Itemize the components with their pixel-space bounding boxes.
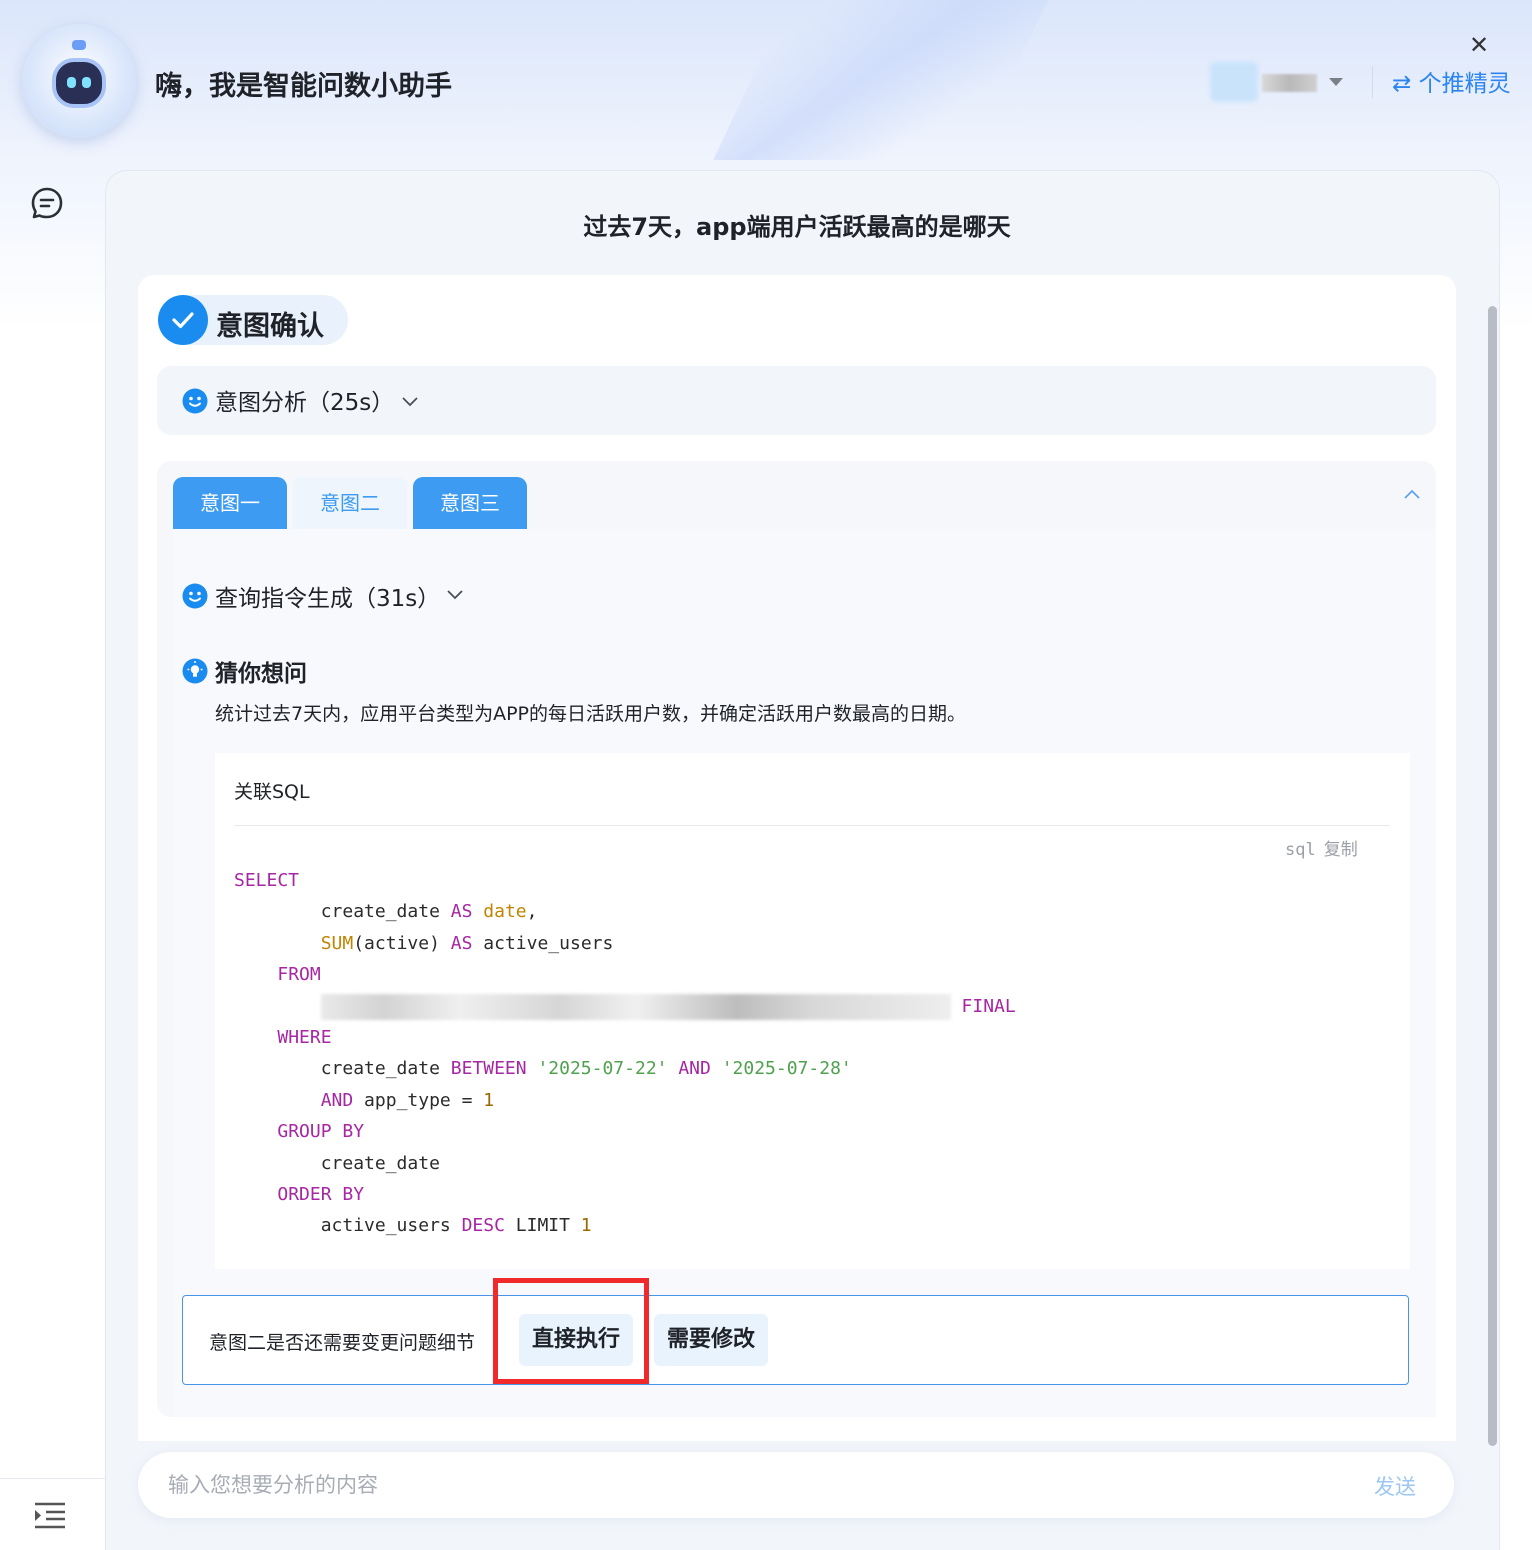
- code-line: FINAL: [234, 991, 1016, 1022]
- user-question: 过去7天，app端用户活跃最高的是哪天: [583, 213, 1011, 241]
- code-line: GROUP BY: [277, 1121, 365, 1143]
- chevron-down-icon[interactable]: [446, 589, 464, 601]
- account-selector[interactable]: [1205, 62, 1355, 102]
- answer-card: 意图确认 意图分析（25s） 意图一 意图二 意图三 查询指令生成（31s） 猜…: [138, 275, 1456, 1441]
- assistant-avatar: [22, 24, 136, 138]
- chat-input[interactable]: [168, 1452, 1328, 1518]
- assistant-smile-icon: [182, 583, 208, 609]
- copy-button[interactable]: 复制: [1324, 840, 1358, 860]
- tab-intent-3[interactable]: 意图三: [413, 477, 527, 529]
- chat-icon[interactable]: [30, 186, 64, 220]
- scrollbar[interactable]: [1487, 306, 1499, 1450]
- guess-question-label: 猜你想问: [215, 661, 307, 687]
- scrollbar-thumb[interactable]: [1488, 306, 1497, 1446]
- redacted-table-name: [320, 993, 951, 1020]
- intent-analysis-label: 意图分析（25s）: [215, 390, 395, 416]
- code-line: SUM(active) AS active_users: [320, 932, 614, 954]
- code-line: active_users DESC LIMIT 1: [234, 1215, 592, 1237]
- sql-toolbar: sql 复制: [1285, 835, 1358, 860]
- code-line: create_date: [234, 1152, 440, 1174]
- code-line: WHERE: [277, 1027, 332, 1049]
- tab-intent-1[interactable]: 意图一: [173, 477, 287, 529]
- page-title: 嗨，我是智能问数小助手: [155, 71, 452, 102]
- tab-intent-2[interactable]: 意图二: [293, 477, 407, 529]
- robot-eye-right: [82, 77, 91, 88]
- header-divider: [1372, 66, 1373, 98]
- sql-divider: [234, 825, 1390, 826]
- chevron-down-icon[interactable]: [401, 396, 419, 408]
- code-line: AND app_type = 1: [320, 1089, 495, 1111]
- code-line: SELECT: [234, 870, 300, 891]
- account-avatar-redacted: [1210, 62, 1258, 102]
- check-icon: [158, 295, 208, 345]
- modify-button[interactable]: 需要修改: [654, 1314, 769, 1366]
- highlight-frame: [493, 1278, 649, 1384]
- intent-tabs-section: 意图一 意图二 意图三 查询指令生成（31s） 猜你想问 统计过去7天内，应用平…: [157, 461, 1436, 1417]
- code-line: FROM: [277, 964, 321, 986]
- sql-lang-label: sql: [1285, 840, 1316, 860]
- menu-expand-icon[interactable]: [32, 1500, 68, 1530]
- assistant-smile-icon: [182, 388, 208, 414]
- confirm-question: 意图二是否还需要变更问题细节: [209, 1332, 476, 1354]
- switch-app-button[interactable]: ⇄ 个推精灵: [1392, 64, 1511, 98]
- send-button[interactable]: 发送: [1374, 1471, 1416, 1501]
- query-generation-label: 查询指令生成（31s）: [215, 586, 441, 612]
- code-line: ORDER BY: [277, 1184, 365, 1206]
- account-name-redacted: [1262, 74, 1317, 92]
- step-chip: 意图确认: [158, 295, 348, 345]
- intent-content: 查询指令生成（31s） 猜你想问 统计过去7天内，应用平台类型为APP的每日活跃…: [173, 529, 1436, 1417]
- chat-input-bar: 发送: [138, 1452, 1454, 1518]
- conversation-panel: 过去7天，app端用户活跃最高的是哪天 意图确认 意图分析（25s） 意图一 意…: [105, 170, 1500, 1550]
- code-line: create_date BETWEEN '2025-07-22' AND '20…: [234, 1058, 852, 1080]
- step-chip-label: 意图确认: [216, 311, 324, 342]
- sql-code: SELECT create_date AS date, SUM(active) …: [234, 865, 1016, 1242]
- intent-analysis-section[interactable]: 意图分析（25s）: [157, 366, 1436, 435]
- dropdown-caret-icon: [1329, 78, 1343, 86]
- sql-block: 关联SQL sql 复制 SELECT create_date AS date, …: [215, 753, 1410, 1269]
- guess-question-text: 统计过去7天内，应用平台类型为APP的每日活跃用户数，并确定活跃用户数最高的日期…: [215, 703, 967, 725]
- close-icon[interactable]: ✕: [1466, 32, 1492, 58]
- chevron-up-icon[interactable]: [1404, 489, 1420, 499]
- sidebar-divider: [0, 1478, 105, 1479]
- sql-title: 关联SQL: [234, 781, 310, 803]
- lightbulb-icon: [182, 658, 208, 684]
- confirm-intent-box: 意图二是否还需要变更问题细节 直接执行 需要修改: [182, 1278, 1409, 1385]
- code-line: create_date AS date,: [234, 901, 538, 923]
- robot-antenna: [72, 40, 86, 50]
- robot-eye-left: [67, 77, 76, 88]
- robot-icon: [52, 58, 106, 108]
